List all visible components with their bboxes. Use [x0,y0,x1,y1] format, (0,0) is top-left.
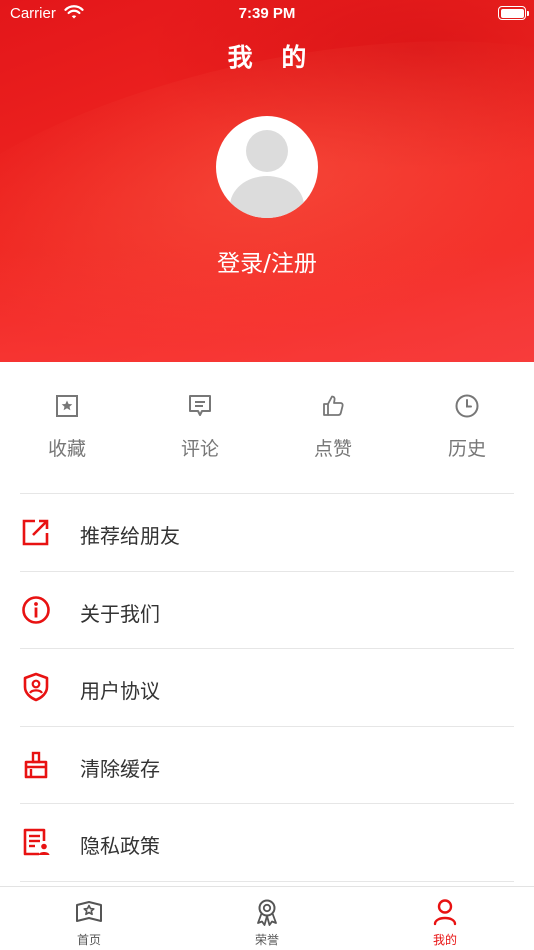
quick-action-label: 历史 [447,438,486,460]
tab-honor[interactable]: 荣誉 [178,887,356,950]
page-title: 我 的 [227,43,317,72]
avatar-placeholder-icon [246,130,288,172]
medal-icon [257,899,277,926]
quick-action-history[interactable]: 历史 [400,392,534,461]
menu-item-label: 隐私政策 [80,834,160,858]
menu-item-label: 用户协议 [80,679,160,703]
tab-mine[interactable]: 我的 [356,887,534,950]
avatar-placeholder-body [230,176,304,218]
comment-icon [189,395,211,416]
menu-item-label: 关于我们 [80,602,160,626]
menu-item-label: 清除缓存 [80,757,160,781]
quick-action-likes[interactable]: 点赞 [266,392,400,461]
tab-label: 我的 [432,933,457,947]
menu-item-user-agreement[interactable]: 用户协议 [0,649,534,727]
quick-action-label: 收藏 [47,438,86,460]
quick-action-label: 评论 [180,438,219,460]
star-bookmark-icon [56,395,78,417]
status-time: 7:39 PM [238,5,296,22]
quick-actions: 收藏 评论 点赞 历史 [0,362,534,494]
tab-label: 首页 [76,933,101,947]
thumbs-up-icon [323,395,344,416]
tab-bar: 首页 荣誉 我的 [0,886,534,950]
menu-item-privacy-policy[interactable]: 隐私政策 [0,804,534,882]
menu-item-recommend[interactable]: 推荐给朋友 [0,494,534,572]
shield-user-icon [23,672,49,702]
privacy-document-icon [23,828,50,856]
home-book-icon [76,901,102,922]
quick-action-label: 点赞 [313,438,352,460]
avatar[interactable] [216,116,318,218]
quick-action-favorites[interactable]: 收藏 [0,392,134,461]
quick-action-comments[interactable]: 评论 [133,392,267,461]
login-register-link[interactable]: 登录/注册 [0,244,534,278]
profile-header: Carrier 7:39 PM 我 的 登录/注册 [0,0,534,362]
share-external-icon [22,519,49,546]
menu-item-clear-cache[interactable]: 清除缓存 [0,727,534,805]
tab-home[interactable]: 首页 [0,887,178,950]
clock-icon [455,394,479,418]
person-icon [433,899,457,926]
divider [20,881,514,882]
info-icon [22,596,50,624]
battery-icon [498,6,529,20]
status-bar: Carrier 7:39 PM [0,0,534,28]
menu-item-label: 推荐给朋友 [80,524,180,548]
tab-label: 荣誉 [254,933,279,947]
broom-icon [24,751,48,779]
menu-item-about[interactable]: 关于我们 [0,572,534,650]
